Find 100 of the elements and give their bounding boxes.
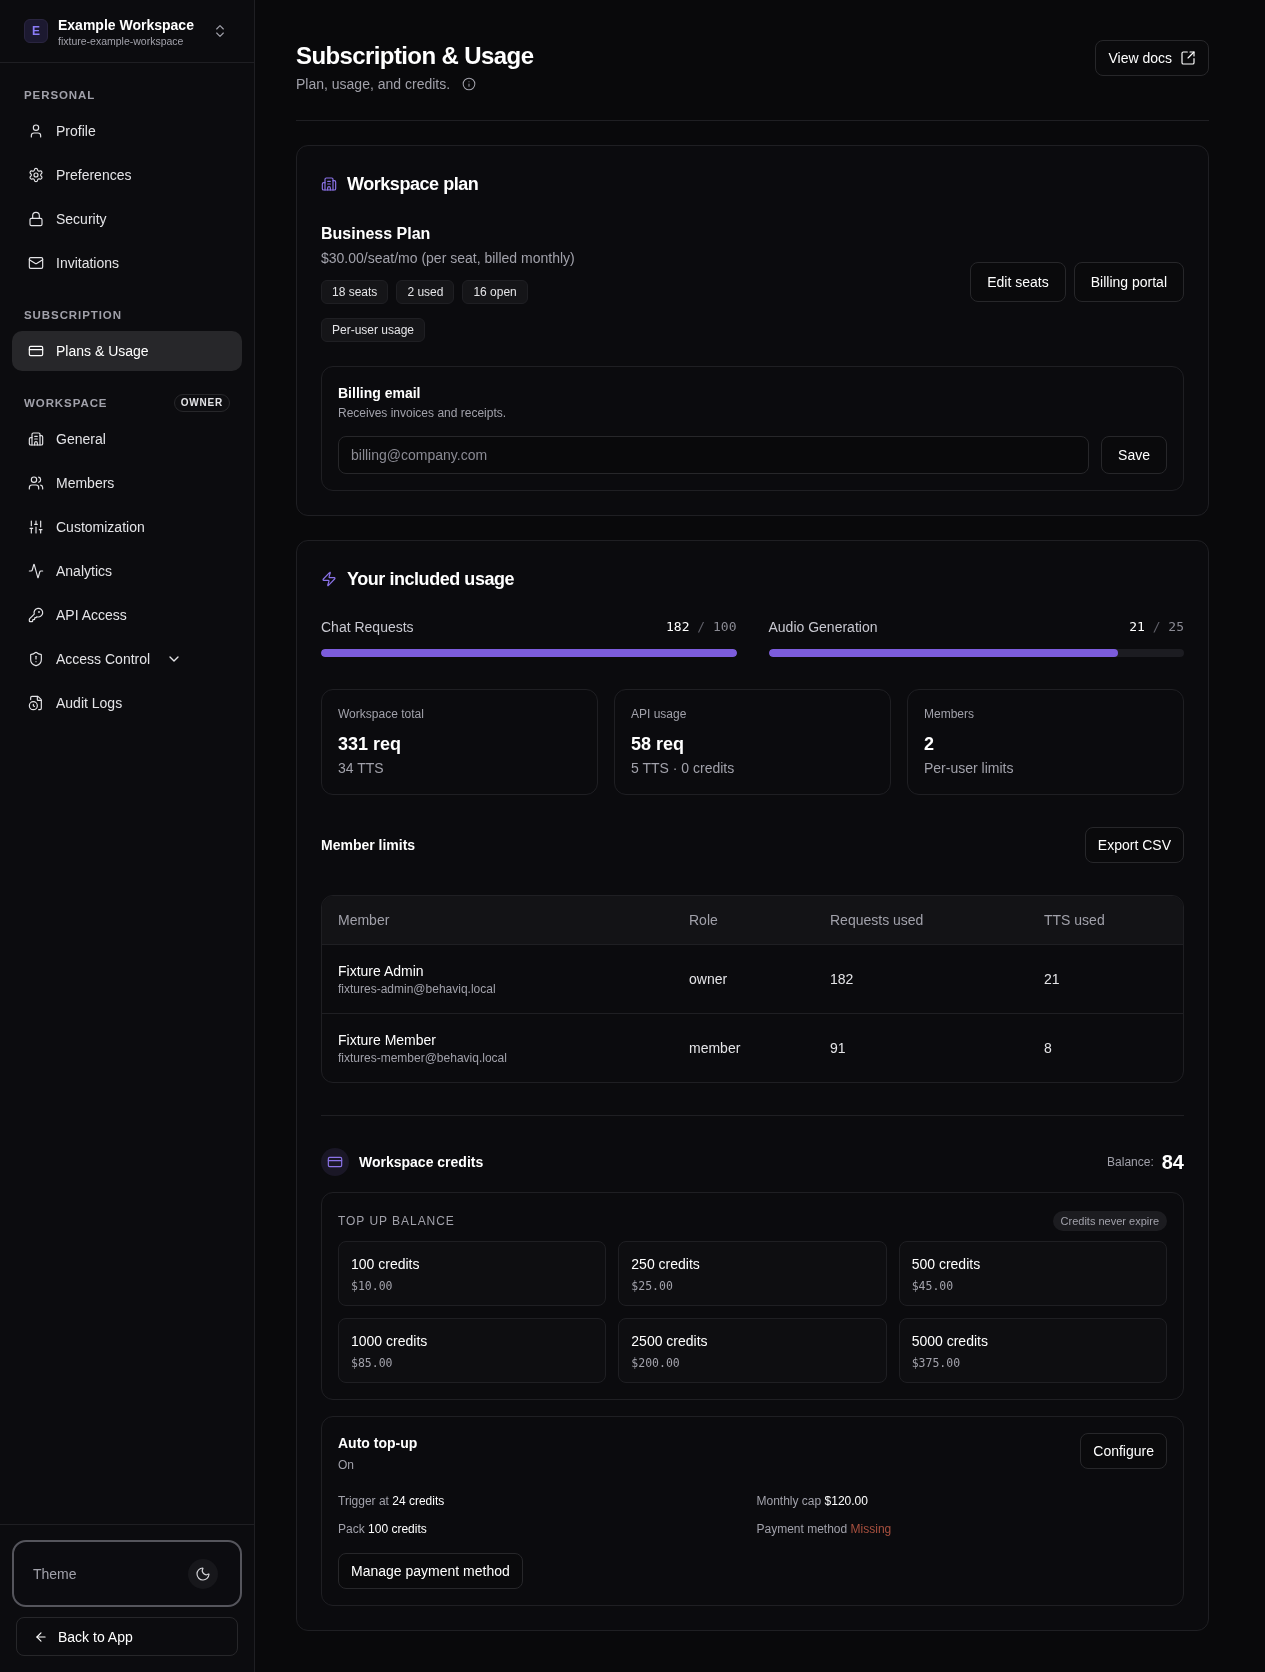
meter-label: Audio Generation [768,618,878,637]
billing-email-field[interactable]: billing@company.com [338,436,1090,474]
user-icon [28,123,44,139]
page-title: Subscription & Usage [296,41,534,71]
usage-mode-tag: Per-user usage [321,318,426,342]
credits-title: Workspace credits [359,1153,484,1172]
table-cell: 8 [1044,1040,1052,1056]
meter-reading: 21 / 25 [1129,618,1184,636]
workspace-slug: fixture-example-workspace [58,35,185,47]
stat-label: Workspace total [338,706,425,722]
balance-label: Balance: [1107,1154,1154,1170]
credit-pack-option[interactable]: 1000 credits $85.00 [338,1318,607,1383]
auto-top-up-detail: Pack 100 credits [338,1521,427,1537]
auto-top-up-status: On [338,1457,355,1473]
member-limits-title: Member limits [321,836,416,855]
envelope-icon [28,255,44,271]
table-cell: 182 [830,971,854,987]
section-label: SUBSCRIPTION [24,308,122,323]
key-icon [28,607,44,623]
nav-item[interactable]: Analytics [12,551,242,591]
stat-label: API usage [631,706,688,722]
nav-item[interactable]: Profile [12,111,242,151]
credit-pack-option[interactable]: 2500 credits $200.00 [618,1318,887,1383]
page-subtitle: Plan, usage, and credits. [296,75,451,94]
theme-label: Theme [33,1564,77,1584]
expiry-note-tag: Credits never expire [1052,1210,1167,1232]
nav-item[interactable]: API Access [12,595,242,635]
nav-item[interactable]: Security [12,199,242,239]
stat-value: 331 req [338,733,403,756]
section-heading: Your included usage [347,568,515,591]
top-up-title: TOP UP BALANCE [338,1213,455,1229]
plan-price: $30.00/seat/mo (per seat, billed monthly) [321,249,575,268]
seat-tag: 16 open [462,280,528,304]
file-clock-icon [28,695,44,711]
workspace-name: Example Workspace [58,16,194,35]
role-tag: OWNER [173,394,230,412]
users-icon [28,475,44,491]
section-heading: Workspace plan [347,173,479,196]
stat-label: Members [924,706,975,722]
meter-reading: 182 / 100 [666,618,737,636]
table-cell: 21 [1044,971,1060,987]
table-cell: owner [689,971,728,987]
pulse-line-icon [28,563,44,579]
auto-top-up-detail: Payment method Missing [756,1521,892,1537]
stat-detail: Per-user limits [924,759,1015,778]
billing-email-description: Receives invoices and receipts. [338,405,508,421]
table-cell: member [689,1040,741,1056]
nav-item[interactable]: Access Control [12,639,242,679]
shield-icon [28,651,44,667]
billing-email-title: Billing email [338,384,422,403]
nav-item[interactable]: Members [12,463,242,503]
save-button[interactable]: Save [1101,436,1167,474]
column-header: Role [689,912,718,928]
column-header: TTS used [1044,912,1105,928]
credit-pack-option[interactable]: 5000 credits $375.00 [898,1318,1167,1383]
nav-item[interactable]: Plans & Usage [12,331,242,371]
nav-item[interactable]: Invitations [12,243,242,283]
member-name: Fixture Member [338,1031,438,1050]
member-name: Fixture Admin [338,962,425,981]
section-label: PERSONAL [24,88,96,103]
nav-item[interactable]: Audit Logs [12,683,242,723]
nav-item[interactable]: Customization [12,507,242,547]
lock-icon [28,211,44,227]
stat-detail: 5 TTS · 0 credits [631,759,736,778]
seat-tag: 2 used [396,280,455,304]
auto-top-up-detail: Trigger at 24 credits [338,1493,445,1509]
moon-icon [195,1565,211,1582]
section-label: WORKSPACE [24,396,108,411]
lightning-icon [321,571,337,587]
manage-payment-button[interactable]: Manage payment method [338,1553,523,1589]
card-icon [28,343,44,359]
workspace-avatar: E [24,19,48,43]
column-header: Requests used [830,912,924,928]
arrow-left-icon [34,1629,48,1644]
sliders-icon [28,519,44,535]
plan-action-button[interactable]: Billing portal [1073,262,1184,302]
nav-item[interactable]: General [12,419,242,459]
balance-value: 84 [1161,1150,1184,1175]
configure-button[interactable]: Configure [1080,1433,1167,1469]
theme-toggle-button[interactable] [188,1558,218,1589]
member-email: fixtures-member@behaviq.local [338,1050,508,1066]
meter-label: Chat Requests [321,618,414,637]
card-icon [321,1148,349,1176]
credit-pack-option[interactable]: 250 credits $25.00 [618,1241,887,1306]
credit-pack-option[interactable]: 500 credits $45.00 [898,1241,1167,1306]
building-icon [28,431,44,447]
table-cell: 91 [830,1040,846,1056]
info-icon[interactable] [462,77,477,91]
back-to-app-button[interactable]: Back to App [16,1617,238,1656]
auto-top-up-title: Auto top-up [338,1434,418,1453]
auto-top-up-detail: Monthly cap $120.00 [756,1493,868,1509]
nav-item[interactable]: Preferences [12,155,242,195]
gear-icon [28,167,44,183]
external-link-icon [1180,50,1196,66]
credit-pack-option[interactable]: 100 credits $10.00 [338,1241,607,1306]
export-csv-button[interactable]: Export CSV [1084,827,1184,863]
view-docs-button[interactable]: View docs [1095,40,1209,76]
plan-action-button[interactable]: Edit seats [970,262,1066,302]
seat-tag: 18 seats [321,280,389,304]
plan-name: Business Plan [321,224,432,244]
